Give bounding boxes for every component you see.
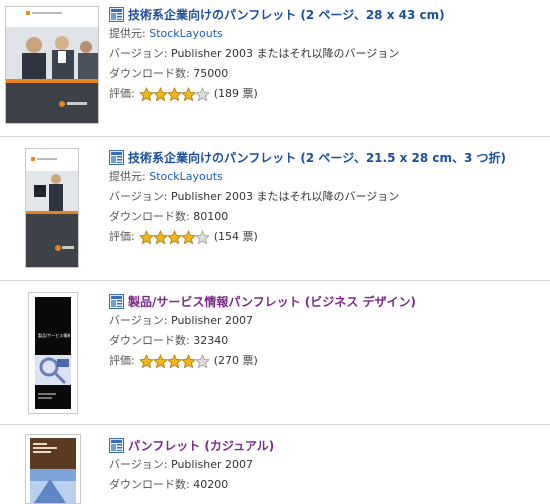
template-thumbnail[interactable] — [25, 434, 81, 504]
star-icon — [167, 229, 183, 244]
publisher-doc-icon — [109, 437, 124, 453]
star-icon — [181, 86, 197, 101]
star-icon — [167, 353, 183, 368]
provider-link[interactable]: StockLayouts — [149, 170, 223, 183]
downloads-label: ダウンロード数: — [109, 210, 190, 223]
template-title-link[interactable]: 技術系企業向けのパンフレット (2 ページ、21.5 x 28 cm、3 つ折) — [128, 149, 506, 166]
star-icon — [153, 86, 169, 101]
star-icon — [167, 86, 183, 101]
version-label: バージョン: — [109, 47, 168, 60]
template-thumbnail[interactable] — [5, 6, 99, 124]
downloads-label: ダウンロード数: — [109, 334, 190, 347]
publisher-doc-icon — [109, 293, 124, 309]
star-icon — [181, 353, 197, 368]
star-icon — [153, 353, 169, 368]
star-icon — [195, 86, 211, 101]
rating-label: 評価: — [109, 354, 135, 367]
version-label: バージョン: — [109, 458, 168, 471]
divider — [0, 136, 550, 137]
template-thumbnail[interactable] — [25, 148, 79, 268]
downloads-label: ダウンロード数: — [109, 67, 190, 80]
version-label: バージョン: — [109, 190, 168, 203]
rating-stars — [139, 227, 211, 247]
template-thumbnail[interactable]: 製品/サービス情報パ — [28, 292, 78, 414]
rating-label: 評価: — [109, 230, 135, 243]
provider-label: 提供元: — [109, 27, 146, 40]
template-title-link[interactable]: パンフレット (カジュアル) — [128, 437, 274, 454]
downloads-label: ダウンロード数: — [109, 478, 190, 491]
vote-count: (189 票) — [213, 87, 258, 100]
star-icon — [195, 353, 211, 368]
vote-count: (270 票) — [213, 354, 258, 367]
version-value: Publisher 2003 またはそれ以降のバージョン — [171, 47, 400, 60]
star-icon — [181, 229, 197, 244]
version-value: Publisher 2007 — [171, 314, 253, 327]
version-value: Publisher 2007 — [171, 458, 253, 471]
star-icon — [139, 353, 155, 368]
version-label: バージョン: — [109, 314, 168, 327]
star-icon — [139, 229, 155, 244]
divider — [0, 424, 550, 425]
publisher-doc-icon — [109, 149, 124, 165]
star-icon — [139, 86, 155, 101]
downloads-value: 75000 — [193, 67, 229, 80]
downloads-value: 32340 — [193, 334, 229, 347]
divider — [0, 280, 550, 281]
star-icon — [153, 229, 169, 244]
template-title-link[interactable]: 技術系企業向けのパンフレット (2 ページ、28 x 43 cm) — [128, 6, 445, 23]
version-value: Publisher 2003 またはそれ以降のバージョン — [171, 190, 400, 203]
downloads-value: 80100 — [193, 210, 229, 223]
template-title-link[interactable]: 製品/サービス情報パンフレット (ビジネス デザイン) — [128, 293, 416, 310]
downloads-value: 40200 — [193, 478, 229, 491]
vote-count: (154 票) — [213, 230, 258, 243]
rating-label: 評価: — [109, 87, 135, 100]
thumbnail-caption: 製品/サービス情報パ — [38, 333, 70, 338]
publisher-doc-icon — [109, 6, 124, 22]
rating-stars — [139, 351, 211, 371]
rating-stars — [139, 84, 211, 104]
provider-label: 提供元: — [109, 170, 146, 183]
star-icon — [195, 229, 211, 244]
provider-link[interactable]: StockLayouts — [149, 27, 223, 40]
